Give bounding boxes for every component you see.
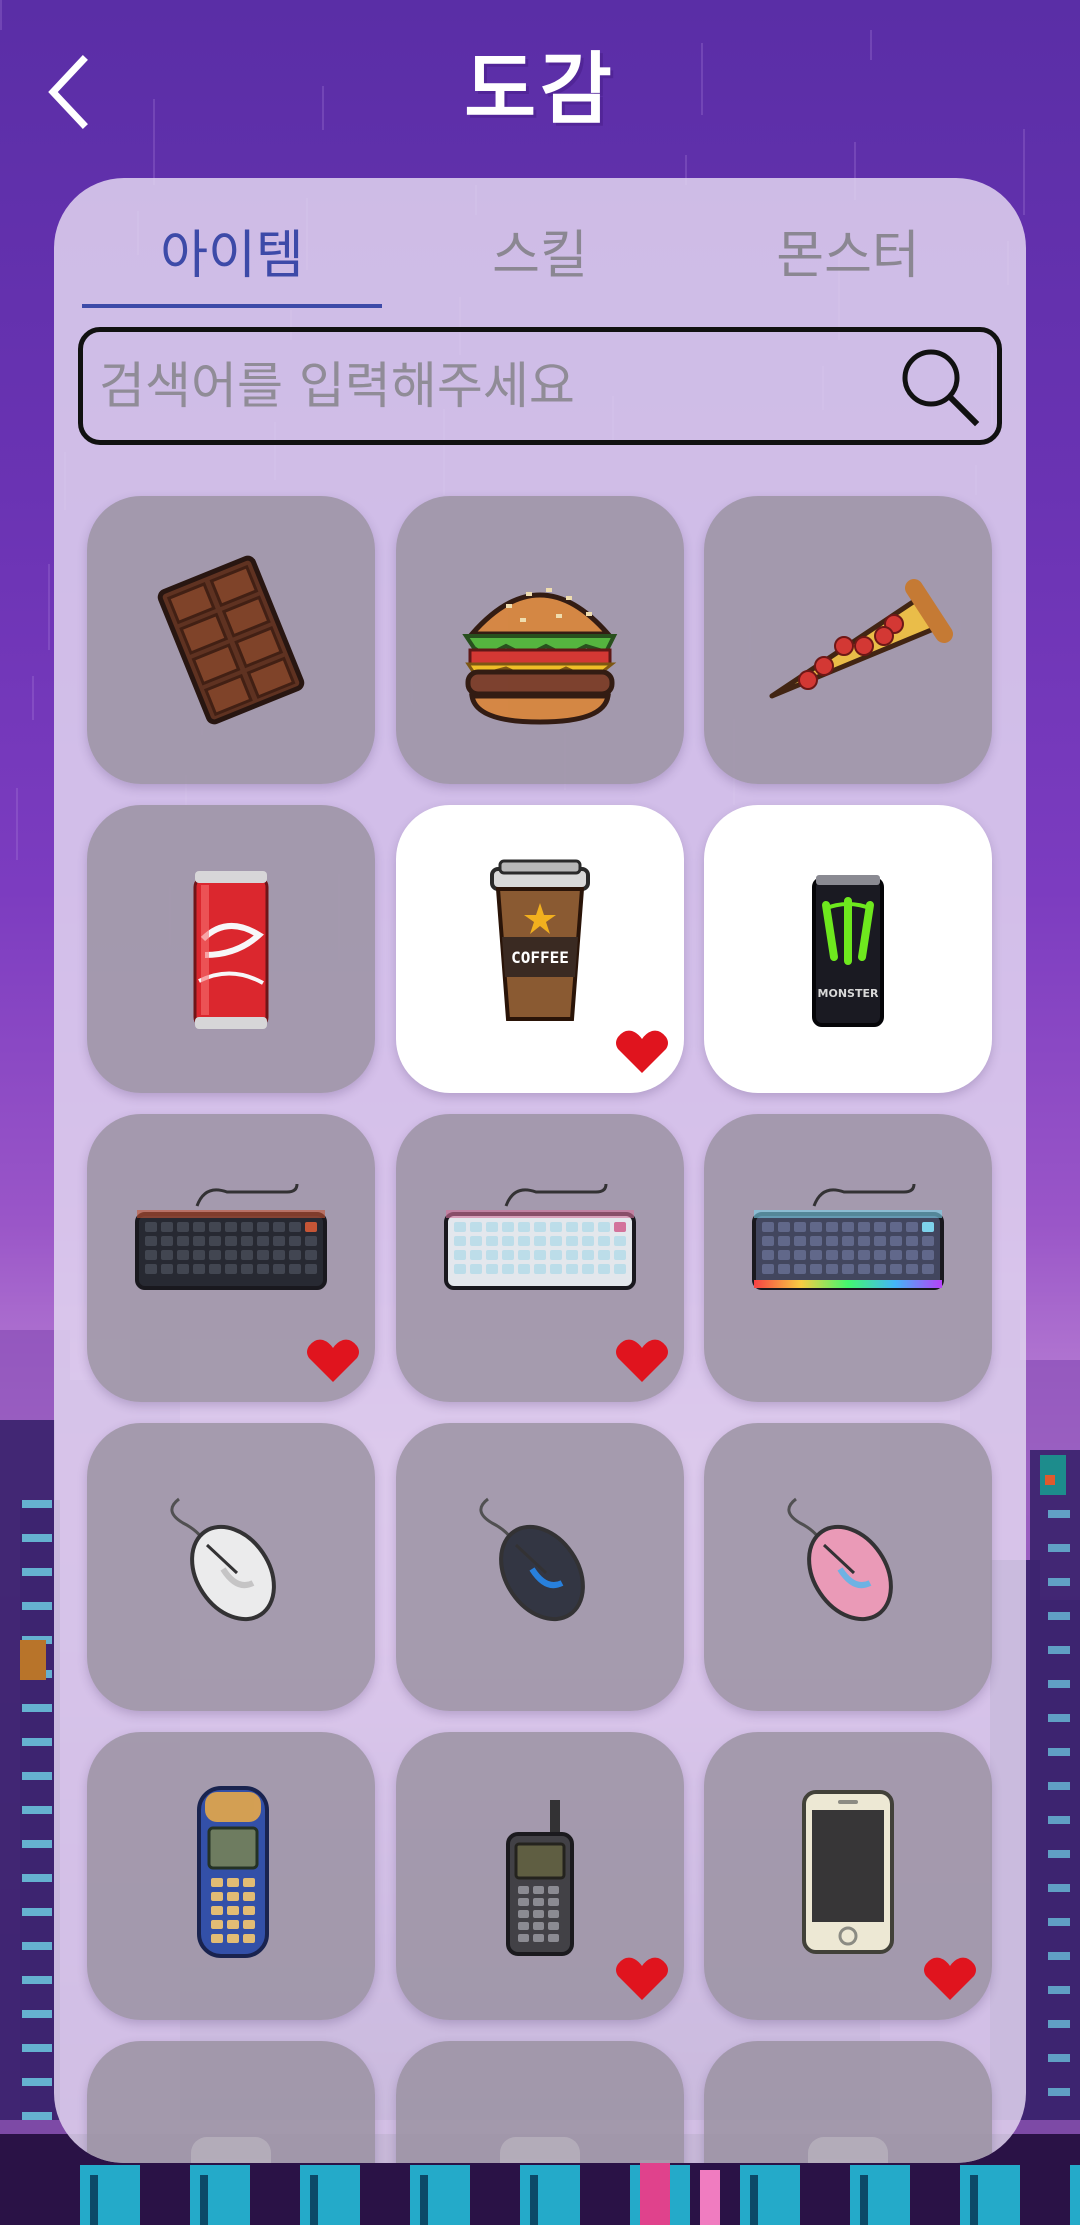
- gaming-mouse-icon: [479, 1497, 585, 1622]
- search-button[interactable]: [895, 342, 983, 430]
- item-card[interactable]: [87, 496, 375, 784]
- heart-icon[interactable]: [305, 1338, 361, 1384]
- tab-bar: 아이템 스킬 몬스터: [82, 208, 998, 308]
- item-card[interactable]: [396, 2041, 684, 2163]
- item-icon: [500, 2137, 580, 2163]
- energy-drink-can-icon: MONSTER: [812, 875, 884, 1027]
- white-mouse-icon: [170, 1497, 276, 1622]
- heart-icon[interactable]: [614, 1956, 670, 2002]
- pizza-slice-icon: [769, 579, 953, 699]
- search-bar: [78, 327, 1002, 445]
- item-card[interactable]: MONSTER: [704, 805, 992, 1093]
- item-card[interactable]: [396, 496, 684, 784]
- item-card[interactable]: [396, 1423, 684, 1711]
- heart-icon[interactable]: [614, 1338, 670, 1384]
- item-card[interactable]: [87, 1732, 375, 2020]
- item-icon: [808, 2137, 888, 2163]
- burger-icon: [462, 588, 618, 725]
- heart-icon[interactable]: [614, 1029, 670, 1075]
- item-card[interactable]: [87, 805, 375, 1093]
- cola-can-icon: [193, 871, 269, 1029]
- item-card[interactable]: [396, 1114, 684, 1402]
- item-icon: [191, 2137, 271, 2163]
- item-card[interactable]: [704, 1423, 992, 1711]
- search-input[interactable]: [83, 332, 863, 440]
- item-card[interactable]: [396, 1732, 684, 2020]
- old-cellphone-icon: [197, 1786, 269, 1958]
- tab-skills[interactable]: 스킬: [390, 208, 690, 304]
- energy-drink-label: MONSTER: [818, 987, 879, 1000]
- item-card[interactable]: [704, 1114, 992, 1402]
- item-card[interactable]: [704, 1732, 992, 2020]
- item-card[interactable]: [87, 1423, 375, 1711]
- item-card[interactable]: [704, 2041, 992, 2163]
- item-card[interactable]: [704, 496, 992, 784]
- item-card[interactable]: [87, 1114, 375, 1402]
- search-icon: [902, 349, 980, 427]
- pink-mouse-icon: [787, 1497, 893, 1622]
- collection-panel: 아이템 스킬 몬스터 검색어를 입력해주세요 COFFEE MONSTER: [54, 178, 1026, 2163]
- chocolate-bar-icon: [157, 555, 305, 725]
- item-card[interactable]: [87, 2041, 375, 2163]
- tab-items[interactable]: 아이템: [82, 208, 382, 308]
- tab-monsters[interactable]: 몬스터: [698, 208, 998, 304]
- item-card[interactable]: COFFEE: [396, 805, 684, 1093]
- coffee-cup-label: COFFEE: [511, 948, 569, 967]
- page-title: 도감: [464, 45, 616, 135]
- heart-icon[interactable]: [922, 1956, 978, 2002]
- rgb-keyboard-icon: [752, 1183, 944, 1290]
